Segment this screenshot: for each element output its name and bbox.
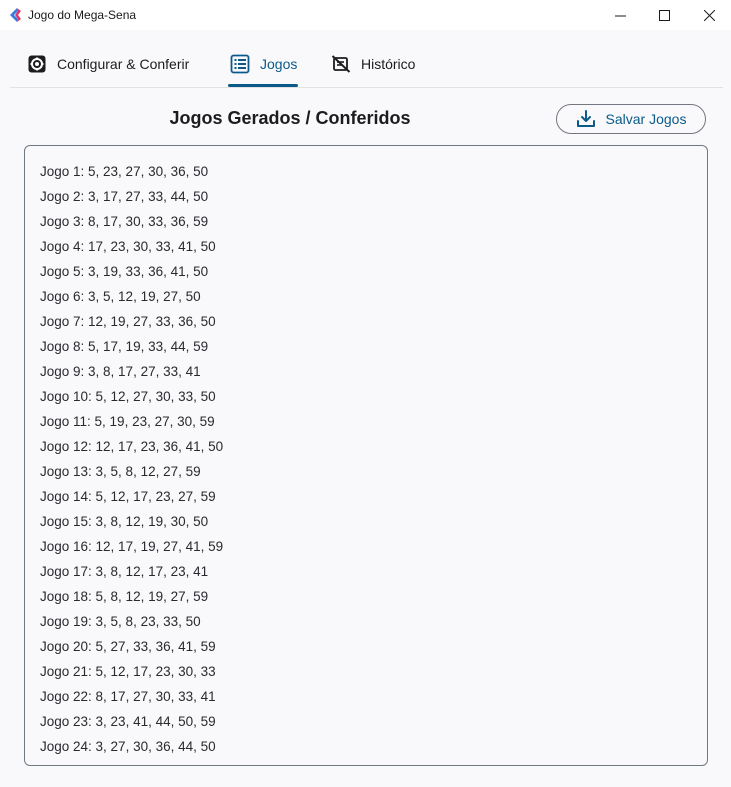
list-icon	[230, 54, 250, 74]
mega-sena-logo-icon	[8, 7, 22, 23]
game-row: Jogo 2: 3, 17, 27, 33, 44, 50	[40, 189, 209, 204]
game-row: Jogo 3: 8, 17, 30, 33, 36, 59	[40, 214, 209, 229]
history-slash-icon	[331, 54, 351, 74]
game-row: Jogo 9: 3, 8, 17, 27, 33, 41	[40, 364, 201, 379]
maximize-button[interactable]	[641, 0, 687, 30]
game-row: Jogo 19: 3, 5, 8, 23, 33, 50	[40, 614, 201, 629]
game-row: Jogo 22: 8, 17, 27, 30, 33, 41	[40, 689, 216, 704]
game-row: Jogo 13: 3, 5, 8, 12, 27, 59	[40, 464, 201, 479]
save-games-button[interactable]: Salvar Jogos	[556, 104, 706, 134]
game-row: Jogo 16: 12, 17, 19, 27, 41, 59	[40, 539, 224, 554]
game-row: Jogo 12: 12, 17, 23, 36, 41, 50	[40, 439, 224, 454]
close-button[interactable]	[686, 0, 731, 30]
tab-jogos[interactable]: Jogos	[230, 44, 297, 84]
game-row: Jogo 5: 3, 19, 33, 36, 41, 50	[40, 264, 209, 279]
game-row: Jogo 14: 5, 12, 17, 23, 27, 59	[40, 489, 216, 504]
game-row: Jogo 15: 3, 8, 12, 19, 30, 50	[40, 514, 209, 529]
window-title: Jogo do Mega-Sena	[28, 8, 137, 22]
title-bar: Jogo do Mega-Sena	[0, 0, 731, 30]
tab-configurar-conferir[interactable]: Configurar & Conferir	[27, 44, 189, 84]
tab-historico[interactable]: Histórico	[331, 44, 415, 84]
gear-icon	[27, 54, 47, 74]
tab-label: Histórico	[361, 56, 416, 72]
tabs-divider	[10, 87, 723, 88]
game-row: Jogo 24: 3, 27, 30, 36, 44, 50	[40, 739, 216, 754]
game-row: Jogo 21: 5, 12, 17, 23, 30, 33	[40, 664, 216, 679]
tab-bar: Configurar & Conferir Jogos Histórico	[10, 44, 723, 88]
game-row: Jogo 23: 3, 23, 41, 44, 50, 59	[40, 714, 216, 729]
minimize-icon	[614, 10, 626, 21]
save-button-label: Salvar Jogos	[605, 111, 687, 127]
games-textbox[interactable]: Jogo 1: 5, 23, 27, 30, 36, 50 Jogo 2: 3, …	[24, 145, 708, 766]
game-row: Jogo 8: 5, 17, 19, 33, 44, 59	[40, 339, 209, 354]
game-row: Jogo 17: 3, 8, 12, 17, 23, 41	[40, 564, 209, 579]
game-row: Jogo 18: 5, 8, 12, 19, 27, 59	[40, 589, 209, 604]
game-row: Jogo 10: 5, 12, 27, 30, 33, 50	[40, 389, 216, 404]
maximize-icon	[658, 9, 670, 21]
game-row: Jogo 6: 3, 5, 12, 19, 27, 50	[40, 289, 201, 304]
tab-label: Configurar & Conferir	[57, 56, 190, 72]
close-icon	[703, 9, 715, 21]
game-row: Jogo 20: 5, 27, 33, 36, 41, 59	[40, 639, 216, 654]
minimize-button[interactable]	[597, 0, 643, 30]
game-row: Jogo 11: 5, 19, 23, 27, 30, 59	[40, 414, 215, 429]
tab-label: Jogos	[260, 56, 298, 72]
download-icon	[576, 109, 596, 129]
page-title: Jogos Gerados / Conferidos	[169, 108, 411, 128]
game-row: Jogo 7: 12, 19, 27, 33, 36, 50	[40, 314, 216, 329]
game-row: Jogo 1: 5, 23, 27, 30, 36, 50	[40, 164, 209, 179]
games-list: Jogo 1: 5, 23, 27, 30, 36, 50 Jogo 2: 3, …	[40, 162, 223, 762]
game-row: Jogo 4: 17, 23, 30, 33, 41, 50	[40, 239, 216, 254]
